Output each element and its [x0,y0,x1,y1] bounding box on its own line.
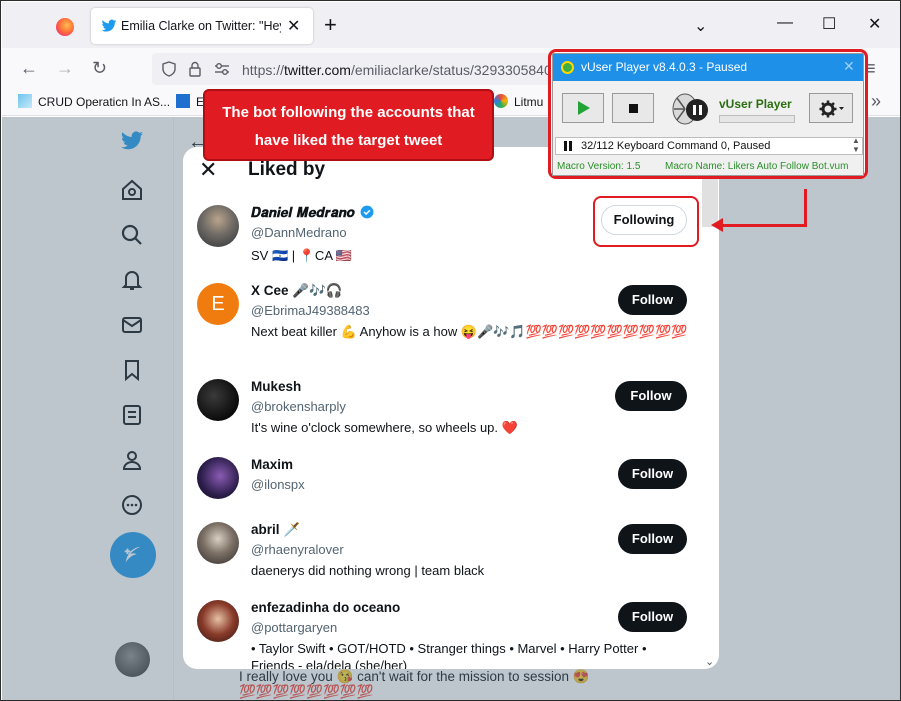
user-cell[interactable]: Maxim @ilonspx Follow [183,457,719,507]
firefox-icon[interactable] [56,18,74,36]
back-button[interactable]: ← [20,58,38,79]
reload-button[interactable]: ↻ [92,58,107,79]
avatar[interactable] [197,522,239,564]
user-cell[interactable]: abril 🗡️ @rhaenyralover daenerys did not… [183,522,719,582]
user-bio: Next beat killer 💪 Anyhow is a how 😝🎤🎶🎵💯… [251,324,688,339]
new-tab-button[interactable]: + [324,12,337,38]
permissions-icon[interactable] [214,62,230,76]
pause-icon [564,141,572,151]
user-name[interactable]: 𝑫𝒂𝒏𝒊𝒆𝒍 𝑴𝒆𝒅𝒓𝒂𝒏𝒐 [251,205,374,221]
following-highlight-box [593,196,699,247]
user-handle[interactable]: @rhaenyralover [251,542,344,557]
bookmark-favicon-icon [176,94,190,108]
avatar[interactable] [197,600,239,642]
user-bio: daenerys did nothing wrong | team black [251,563,485,578]
modal-title: Liked by [248,159,326,180]
gear-icon [819,100,844,118]
bookmarks-overflow-icon[interactable]: » [871,91,881,112]
user-name[interactable]: Maxim [251,457,293,472]
user-cell[interactable]: E X Cee 🎤🎶🎧 @EbrimaJ49388483 Next beat k… [183,283,719,363]
user-name-text: 𝑫𝒂𝒏𝒊𝒆𝒍 𝑴𝒆𝒅𝒓𝒂𝒏𝒐 [251,205,355,221]
browser-tab-active[interactable]: Emilia Clarke on Twitter: "Hey g ✕ [91,8,313,44]
verified-badge-icon [360,205,373,219]
tab-list-chevron-icon[interactable]: ⌄ [694,16,707,36]
user-handle[interactable]: @pottargaryen [251,620,337,635]
url-prefix: https:// [242,62,285,78]
shield-icon[interactable] [162,61,176,77]
vuser-robot-pause-icon[interactable] [671,90,711,128]
vuser-progress-bar [719,115,795,123]
user-cell[interactable]: enfezadinha do oceano @pottargaryen • Ta… [183,600,719,669]
avatar[interactable] [197,457,239,499]
bookmark-item[interactable]: CRUD Operaticn In AS... [18,94,170,109]
url-path: /emiliaclarke/status/3293305840 [350,62,552,78]
vuser-macro-version: Macro Version: 1.5 [557,161,641,172]
bookmark-favicon-icon [18,94,32,108]
user-name[interactable]: enfezadinha do oceano [251,600,400,615]
user-handle[interactable]: @ilonspx [251,477,305,492]
browser-tab-strip: Emilia Clarke on Twitter: "Hey g ✕ + ⌄ —… [2,2,900,48]
follow-button[interactable]: Follow [618,285,687,315]
window-close-button[interactable]: ✕ [868,14,881,34]
url-bar[interactable]: https://twitter.com/emiliaclarke/status/… [152,53,552,85]
follow-button[interactable]: Follow [618,524,687,554]
bookmark-label: Litmu [514,95,544,109]
bookmark-item[interactable]: Litmu [494,94,543,109]
user-cell[interactable]: Mukesh @brokensharply It's wine o'clock … [183,379,719,439]
follow-button[interactable]: Follow [615,381,687,411]
url-text[interactable]: https://twitter.com/emiliaclarke/status/… [242,62,552,78]
screenshot-frame: Emilia Clarke on Twitter: "Hey g ✕ + ⌄ —… [0,0,901,701]
avatar[interactable]: E [197,283,239,325]
annotation-arrow-line [804,189,807,226]
avatar[interactable] [197,205,239,247]
tab-close-icon[interactable]: ✕ [287,16,300,36]
vuser-player-window: vUser Player v8.4.0.3 - Paused ✕ vUser P… [552,53,864,176]
vuser-settings-button[interactable] [809,93,853,123]
annotation-arrow-head [711,218,723,232]
bookmark-favicon-icon [494,94,508,108]
vuser-title: vUser Player v8.4.0.3 - Paused [581,60,748,74]
twitter-bird-icon [101,19,117,32]
vuser-status-text: 32/112 Keyboard Command 0, Paused [581,140,771,152]
vuser-status-bar: 32/112 Keyboard Command 0, Paused ▲ ▼ [555,136,863,155]
vuser-close-button[interactable]: ✕ [843,58,855,75]
bookmark-label: CRUD Operaticn In AS... [38,95,171,109]
annotation-arrow-line [721,224,807,227]
user-name[interactable]: Mukesh [251,379,301,394]
play-icon [578,101,590,115]
vuser-app-icon [561,61,574,74]
user-name[interactable]: X Cee 🎤🎶🎧 [251,283,343,299]
user-bio: SV 🇸🇻 | 📍CA 🇺🇸 [251,248,353,263]
follow-button[interactable]: Follow [618,602,687,632]
vuser-spinner-icon[interactable]: ▲ ▼ [852,136,860,154]
follow-button[interactable]: Follow [618,459,687,489]
user-handle[interactable]: @brokensharply [251,399,346,414]
scroll-down-chevron-icon[interactable]: ⌄ [705,655,714,668]
user-name[interactable]: abril 🗡️ [251,522,300,538]
user-bio: • Taylor Swift • GOT/HOTD • Stranger thi… [251,641,647,669]
stop-icon [629,104,638,113]
vuser-stop-button[interactable] [612,93,654,123]
bookmark-item[interactable]: E [176,94,204,109]
url-domain: twitter.com [284,62,351,78]
vuser-logo-text: vUser Player [719,97,792,111]
tab-title: Emilia Clarke on Twitter: "Hey g [121,19,281,33]
user-handle[interactable]: @EbrimaJ49388483 [251,303,370,318]
maximize-button[interactable]: ☐ [822,14,836,34]
vuser-play-button[interactable] [562,93,604,123]
forward-button[interactable]: → [56,58,74,79]
avatar[interactable] [197,379,239,421]
user-bio: It's wine o'clock somewhere, so wheels u… [251,420,518,435]
vuser-title-bar[interactable]: vUser Player v8.4.0.3 - Paused ✕ [553,54,863,81]
lock-icon[interactable] [189,61,201,77]
annotation-callout: The bot following the accounts that have… [203,89,494,161]
vuser-macro-name: Macro Name: Likers Auto Follow Bot.vum [665,161,849,172]
user-handle[interactable]: @DannMedrano [251,225,347,240]
minimize-button[interactable]: — [777,14,793,32]
